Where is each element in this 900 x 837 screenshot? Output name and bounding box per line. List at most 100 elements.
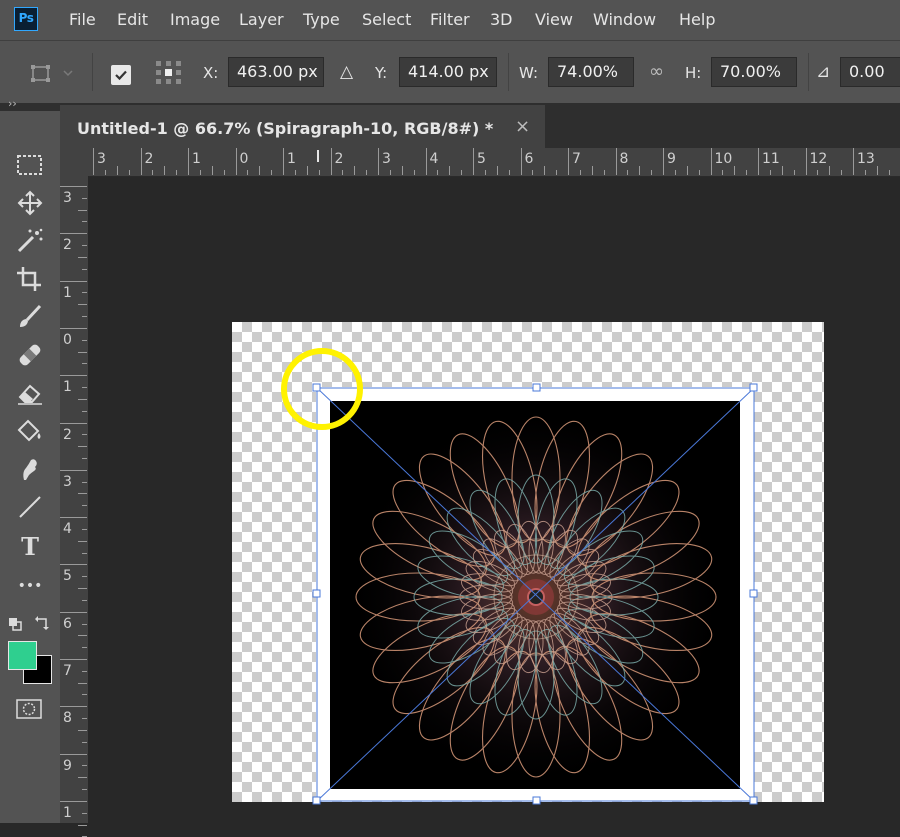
ruler-label: 9 [667,151,676,167]
ruler-minor-tick [82,387,87,389]
ruler-minor-tick [413,170,415,175]
reference-point-grid-icon[interactable] [155,60,183,90]
rotate-angle-icon: ⊿ [816,62,831,82]
menu-image[interactable]: Image [170,10,220,29]
ruler-minor-tick [199,170,201,175]
ruler-minor-tick [82,812,87,814]
photoshop-logo: Ps [14,7,38,31]
ruler-label: 5 [63,568,72,585]
foreground-color-swatch[interactable] [8,641,37,670]
ruler-label: 2 [334,151,344,167]
close-tab-icon[interactable]: × [515,116,530,137]
healing-brush-tool-icon[interactable] [14,341,46,369]
crop-tool-icon[interactable] [14,265,46,293]
ruler-tick [93,148,94,175]
ruler-minor-tick [294,170,296,175]
ruler-tick [60,375,87,377]
swap-colors-icon[interactable] [34,615,50,635]
options-separator [808,53,809,91]
menu-layer[interactable]: Layer [239,10,284,29]
default-colors-icon[interactable] [8,616,22,635]
height-field[interactable]: 70.00% [711,57,797,87]
ruler-minor-tick [781,166,783,175]
ruler-minor-tick [651,170,653,175]
ruler-minor-tick [78,588,87,590]
reference-point-checkbox[interactable] [111,65,131,85]
ruler-label: 2 [144,151,154,167]
eraser-tool-icon[interactable] [14,379,46,407]
brush-tool-icon[interactable] [14,303,46,331]
ruler-minor-tick [82,316,87,318]
ruler-label: 1 [63,379,72,396]
ruler-minor-tick [461,170,463,175]
ruler-minor-tick [686,166,688,175]
menu-edit[interactable]: Edit [117,10,148,29]
ruler-minor-tick [78,351,87,353]
magic-wand-tool-icon[interactable] [14,227,46,255]
move-tool-icon[interactable] [14,189,46,217]
ruler-minor-tick [78,682,87,684]
ruler-minor-tick [674,170,676,175]
paint-bucket-tool-icon[interactable] [14,417,46,445]
spirograph-artwork [330,401,740,789]
menu-window[interactable]: Window [593,10,656,29]
ruler-minor-tick [82,481,87,483]
ruler-minor-tick [532,170,534,175]
ruler-tick [60,659,87,660]
ruler-tick [378,148,379,175]
ruler-minor-tick [78,209,87,211]
ruler-minor-tick [746,170,748,175]
ruler-label: 1 [63,284,72,301]
menu-filter[interactable]: Filter [430,10,470,29]
ruler-minor-tick [223,170,225,175]
ruler-minor-tick [817,170,819,175]
ruler-label: 6 [63,615,72,632]
menu-help[interactable]: Help [679,10,715,29]
document-tab-title: Untitled-1 @ 66.7% (Spiragraph-10, RGB/8… [77,119,494,138]
ruler-minor-tick [211,166,213,175]
ruler-tick [710,148,712,175]
ruler-tick [473,148,474,175]
spirograph-layer-image[interactable] [316,387,754,801]
transform-preset-icon[interactable] [30,63,74,89]
document-tab[interactable]: Untitled-1 @ 66.7% (Spiragraph-10, RGB/8… [60,105,545,148]
ruler-minor-tick [128,170,130,175]
ruler-label: 13 [857,151,875,167]
menu-select[interactable]: Select [362,10,411,29]
ruler-tick [60,517,87,519]
rotate-angle-field[interactable]: 0.00 [840,57,900,87]
ruler-tick [60,564,87,566]
more-tools-icon[interactable]: ••• [14,572,46,600]
menu-3d[interactable]: 3D [490,10,513,29]
y-position-field[interactable]: 414.00 px [399,57,497,87]
ruler-label: 4 [429,151,439,167]
relative-position-icon[interactable]: △ [340,62,353,82]
smudge-tool-icon[interactable] [14,455,46,483]
ruler-tick [60,611,87,613]
ruler-minor-tick [78,540,87,542]
ruler-label: 2 [63,237,72,254]
ruler-minor-tick [544,166,546,175]
ruler-minor-tick [176,170,178,175]
expand-panel-icon[interactable]: ›› [8,97,17,110]
options-separator [92,53,93,91]
ruler-minor-tick [82,765,87,767]
ruler-minor-tick [82,245,87,247]
ruler-minor-tick [82,623,87,625]
width-field[interactable]: 74.00% [548,57,634,87]
ruler-minor-tick [82,694,87,696]
x-position-field[interactable]: 463.00 px [228,57,324,87]
menu-file[interactable]: File [69,10,96,29]
ruler-label: 10 [714,151,733,167]
type-tool-icon[interactable]: T [14,533,46,561]
menu-type[interactable]: Type [303,10,340,29]
line-tool-icon[interactable] [14,493,46,521]
marquee-tool-icon[interactable] [14,151,46,179]
link-icon[interactable]: ∞ [649,61,664,82]
ruler-minor-tick [78,777,87,779]
ruler-minor-tick [164,166,166,175]
menu-view[interactable]: View [535,10,573,29]
ruler-label: 5 [477,151,486,167]
quick-mask-icon[interactable] [16,699,42,723]
ruler-label: 3 [63,473,72,490]
